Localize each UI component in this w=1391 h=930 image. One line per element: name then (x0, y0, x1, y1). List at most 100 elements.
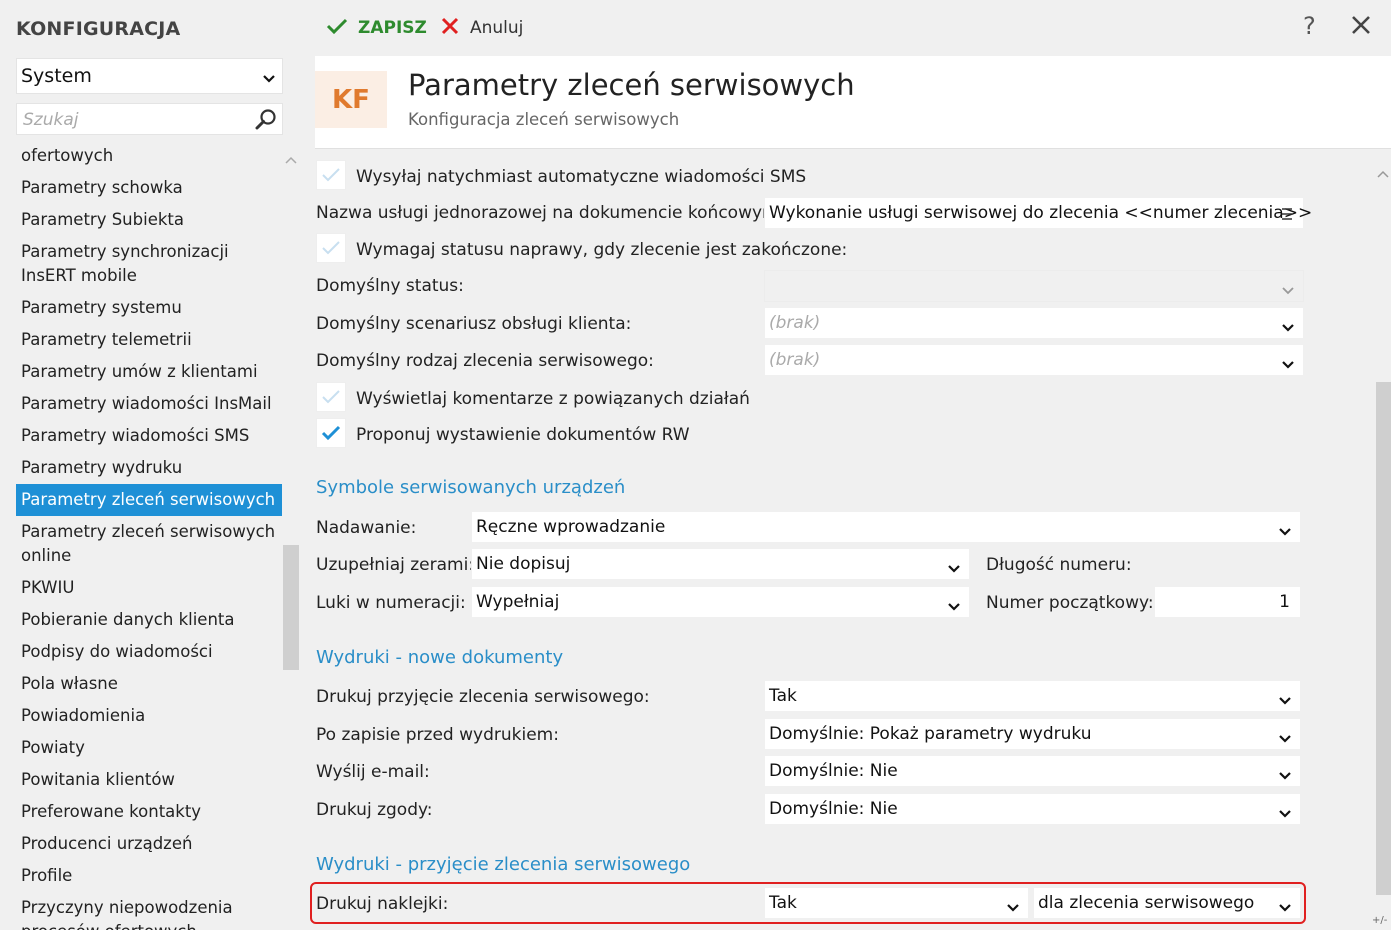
sidebar-item[interactable]: Parametry wiadomości InsMail (16, 388, 282, 420)
default-status-select[interactable] (764, 270, 1304, 302)
sidebar-item[interactable]: Parametry wydruku (16, 452, 282, 484)
section-title-prints-acceptance: Wydruki - przyjęcie zlecenia serwisowego (316, 854, 691, 875)
module-badge: KF (315, 71, 387, 128)
highlight-box (310, 882, 1306, 924)
page-header: KF Parametry zleceń serwisowych Konfigur… (315, 56, 1391, 149)
sidebar-item[interactable]: Pobieranie danych klienta (16, 604, 282, 636)
chevron-down-icon (1278, 522, 1292, 542)
chevron-down-icon (1281, 281, 1295, 301)
sidebar-item[interactable]: Parametry zleceń serwisowych (16, 484, 282, 516)
sidebar-item[interactable]: Parametry wiadomości SMS (16, 420, 282, 452)
print-consents-select[interactable]: Domyślnie: Nie (764, 793, 1301, 825)
sidebar-item[interactable]: Producenci urządzeń (16, 828, 282, 860)
scroll-up-icon[interactable] (1376, 164, 1390, 184)
start-number-field[interactable]: 1 (1154, 586, 1301, 618)
default-scenario-select[interactable]: (brak) (764, 307, 1304, 339)
chevron-down-icon (1278, 691, 1292, 711)
sidebar-item[interactable]: Parametry schowka (16, 172, 282, 204)
sidebar-item[interactable]: Powiadomienia (16, 700, 282, 732)
save-button[interactable]: ZAPISZ (326, 14, 427, 42)
sidebar-item[interactable]: ofertowych (16, 140, 282, 172)
close-icon (1352, 16, 1370, 34)
sidebar-item[interactable]: Parametry Subiekta (16, 204, 282, 236)
sidebar-item[interactable]: Pola własne (16, 668, 282, 700)
chevron-down-icon (1281, 318, 1295, 338)
search-icon[interactable] (254, 108, 278, 137)
start-number-label: Numer początkowy: (986, 593, 1154, 613)
print-consents-label: Drukuj zgody: (316, 800, 433, 820)
scroll-up-icon[interactable] (284, 150, 298, 170)
after-save-select[interactable]: Domyślnie: Pokaż parametry wydruku (764, 718, 1301, 750)
resize-indicator: +/- (1372, 915, 1388, 926)
zeros-value: Nie dopisuj (476, 554, 571, 574)
checkmark-icon (321, 425, 341, 441)
propose-rw-checkbox[interactable] (316, 418, 346, 448)
cancel-button-label: Anuluj (470, 18, 524, 38)
send-email-select[interactable]: Domyślnie: Nie (764, 755, 1301, 787)
content-scroll-thumb[interactable] (1376, 382, 1391, 895)
sidebar: KONFIGURACJA System ofertowychParametry … (0, 0, 300, 930)
sms-checkbox[interactable] (316, 160, 346, 190)
sms-checkbox-label: Wysyłaj natychmiast automatyczne wiadomo… (356, 167, 807, 187)
sidebar-item[interactable]: Parametry telemetrii (16, 324, 282, 356)
search-input[interactable] (23, 108, 243, 132)
chevron-down-icon (947, 559, 961, 579)
gaps-value: Wypełniaj (476, 592, 560, 612)
help-button[interactable]: ? (1303, 12, 1316, 40)
sidebar-item[interactable]: PKWIU (16, 572, 282, 604)
default-status-label: Domyślny status: (316, 276, 464, 296)
service-name-field[interactable]: Wykonanie usługi serwisowej do zlecenia … (764, 197, 1312, 229)
sidebar-scroll-thumb[interactable] (283, 545, 299, 670)
module-select[interactable]: System (16, 58, 283, 94)
page-title: Parametry zleceń serwisowych (408, 68, 855, 102)
require-status-checkbox[interactable] (316, 233, 346, 263)
section-title-symbols: Symbole serwisowanych urządzeń (316, 477, 626, 498)
sidebar-item[interactable]: Przyczyny niepowodzenia procesów ofertow… (16, 892, 282, 930)
print-acceptance-label: Drukuj przyjęcie zlecenia serwisowego: (316, 687, 650, 707)
send-email-value: Domyślnie: Nie (769, 761, 898, 781)
checkmark-icon (322, 168, 340, 182)
close-window-button[interactable] (1350, 14, 1372, 41)
sidebar-item[interactable]: Preferowane kontakty (16, 796, 282, 828)
service-name-value: Wykonanie usługi serwisowej do zlecenia … (769, 203, 1313, 223)
sidebar-item[interactable]: Profile (16, 860, 282, 892)
zeros-label: Uzupełniaj zerami: (316, 555, 475, 575)
cancel-button[interactable]: Anuluj (440, 14, 523, 42)
checkmark-icon (326, 17, 348, 40)
length-field[interactable] (1154, 548, 1301, 580)
sidebar-nav: ofertowych Parametry schowka Parametry Sub… (16, 140, 282, 930)
default-scenario-label: Domyślny scenariusz obsługi klienta: (316, 314, 632, 334)
sidebar-item[interactable]: Podpisy do wiadomości (16, 636, 282, 668)
assign-select[interactable]: Ręczne wprowadzanie (471, 511, 1301, 543)
start-number-value: 1 (1279, 592, 1290, 612)
chevron-down-icon (1281, 355, 1295, 375)
menu-icon[interactable] (1281, 206, 1293, 226)
after-save-label: Po zapisie przed wydrukiem: (316, 725, 559, 745)
page-subtitle: Konfiguracja zleceń serwisowych (408, 110, 680, 129)
chevron-down-icon (1278, 804, 1292, 824)
sidebar-scrollbar[interactable] (282, 140, 299, 930)
content-scrollbar[interactable] (1374, 160, 1391, 930)
checkmark-icon (322, 241, 340, 255)
sidebar-item[interactable]: Parametry systemu (16, 292, 282, 324)
sidebar-item[interactable]: Parametry zleceń serwisowych online (16, 516, 282, 572)
sidebar-item[interactable]: Parametry umów z klientami (16, 356, 282, 388)
require-status-label: Wymagaj statusu naprawy, gdy zlecenie je… (356, 240, 848, 260)
send-email-label: Wyślij e-mail: (316, 762, 430, 782)
app-title: KONFIGURACJA (16, 18, 181, 40)
print-acceptance-select[interactable]: Tak (764, 680, 1301, 712)
save-button-label: ZAPISZ (358, 18, 427, 38)
show-comments-checkbox[interactable] (316, 382, 346, 412)
search-box (16, 103, 283, 135)
module-select-value: System (21, 65, 92, 87)
zeros-select[interactable]: Nie dopisuj (471, 548, 970, 580)
default-type-select[interactable]: (brak) (764, 344, 1304, 376)
propose-rw-label: Proponuj wystawienie dokumentów RW (356, 425, 690, 445)
chevron-down-icon (1278, 766, 1292, 786)
sidebar-item[interactable]: Powitania klientów (16, 764, 282, 796)
default-type-value: (brak) (769, 350, 821, 370)
show-comments-label: Wyświetlaj komentarze z powiązanych dzia… (356, 389, 750, 409)
sidebar-item[interactable]: Parametry synchronizacji InsERT mobile (16, 236, 282, 292)
gaps-select[interactable]: Wypełniaj (471, 586, 970, 618)
sidebar-item[interactable]: Powiaty (16, 732, 282, 764)
